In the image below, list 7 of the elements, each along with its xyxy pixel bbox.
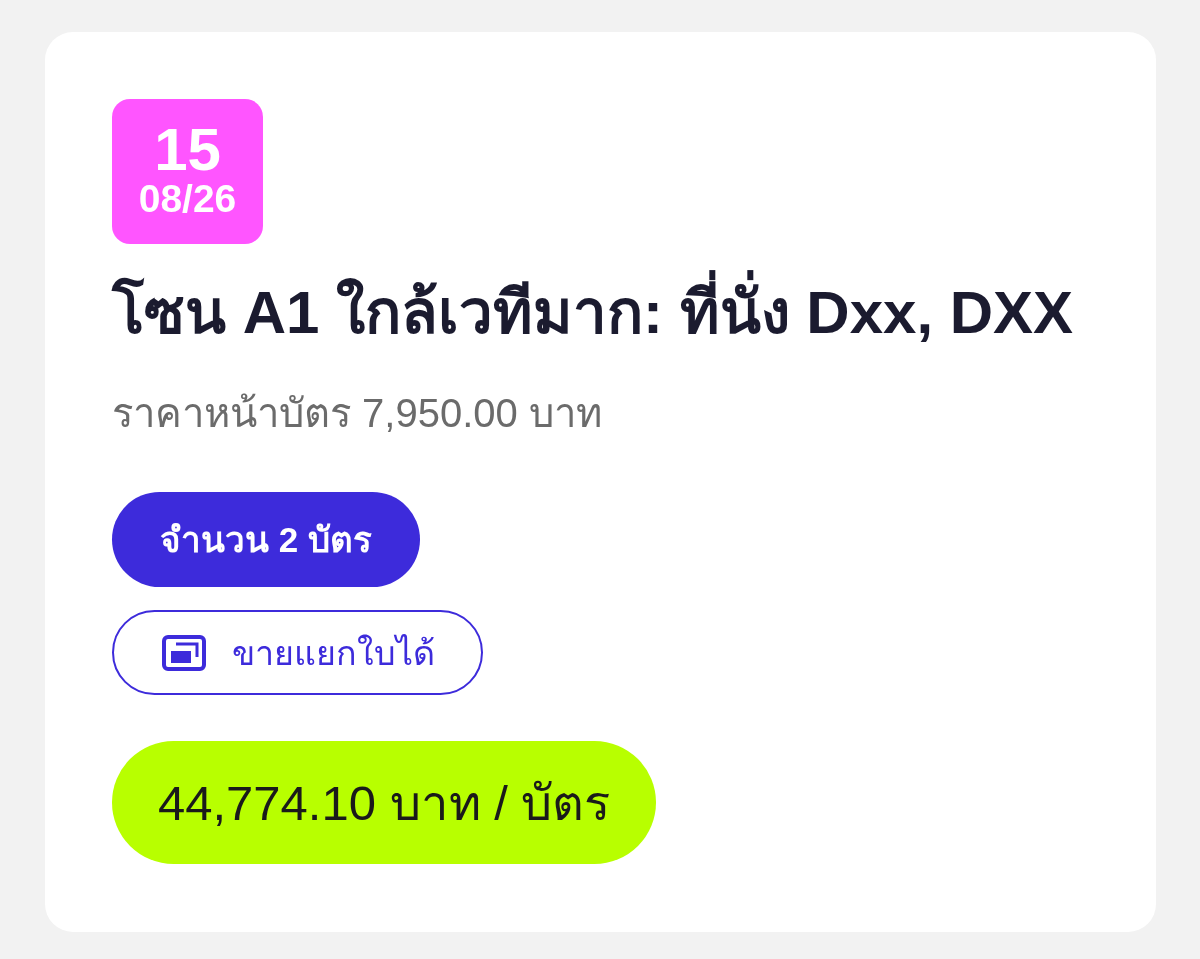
price-badge: 44,774.10 บาท / บัตร — [112, 741, 657, 864]
face-value-text: ราคาหน้าบัตร 7,950.00 บาท — [112, 390, 602, 437]
date-badge: 15 08/26 — [112, 99, 263, 244]
window-icon — [162, 634, 206, 671]
listing-title: โซน A1 ใกล้เวทีมาก: ที่นั่ง Dxx, DXX — [112, 269, 1074, 357]
quantity-badge: จำนวน 2 บัตร — [112, 492, 420, 587]
split-sale-label: ขายแยกใบได้ — [232, 632, 435, 674]
